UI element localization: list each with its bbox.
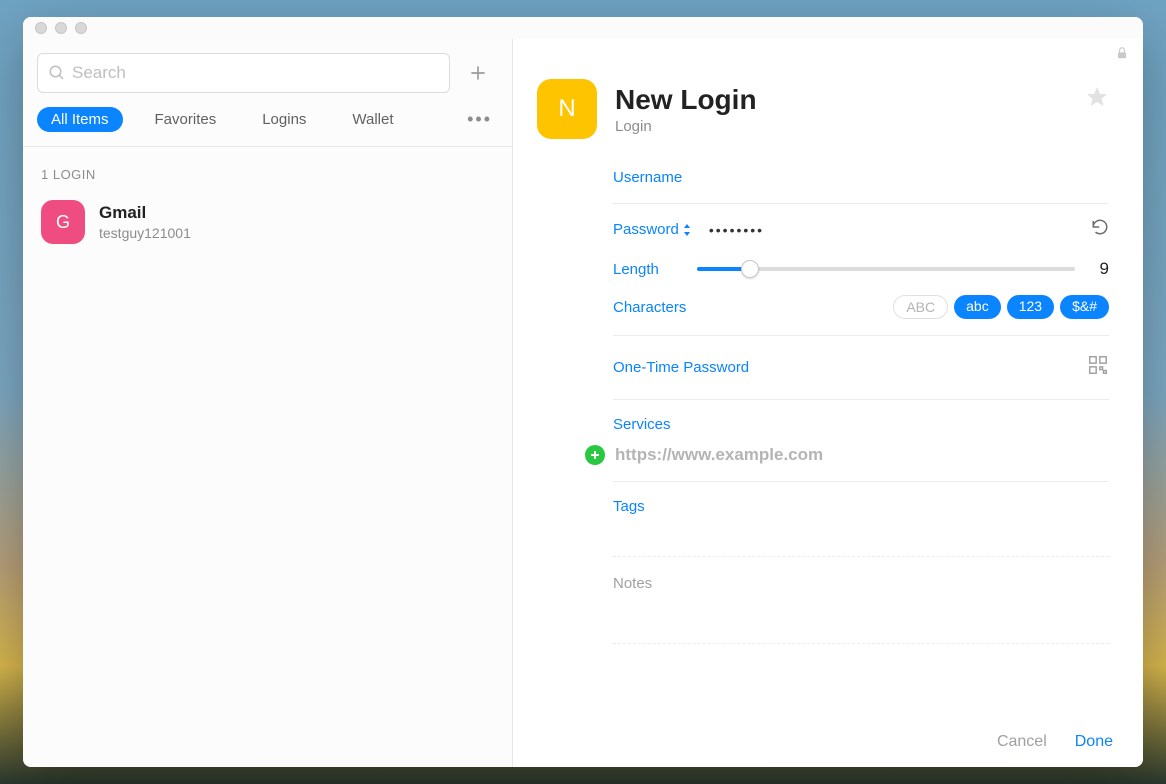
username-label[interactable]: Username bbox=[613, 169, 682, 186]
sidebar: All Items Favorites Logins Wallet ••• 1 … bbox=[23, 39, 513, 767]
search-box[interactable] bbox=[37, 53, 450, 93]
length-slider[interactable] bbox=[697, 267, 1075, 271]
services-label: Services bbox=[613, 416, 1109, 433]
add-button[interactable] bbox=[458, 53, 498, 93]
tab-favorites[interactable]: Favorites bbox=[141, 107, 231, 132]
tab-all-items[interactable]: All Items bbox=[37, 107, 123, 132]
notes-label[interactable]: Notes bbox=[613, 575, 652, 592]
seg-lowercase[interactable]: abc bbox=[954, 295, 1001, 319]
item-subtitle: testguy121001 bbox=[99, 225, 191, 241]
add-service-button[interactable] bbox=[585, 445, 605, 465]
plus-icon bbox=[468, 63, 488, 83]
search-input[interactable] bbox=[72, 63, 439, 83]
section-label: 1 LOGIN bbox=[23, 147, 512, 190]
seg-numbers[interactable]: 123 bbox=[1007, 295, 1054, 319]
cancel-button[interactable]: Cancel bbox=[997, 733, 1047, 751]
detail-subtitle: Login bbox=[615, 118, 757, 135]
qr-button[interactable] bbox=[1087, 354, 1109, 381]
detail-title[interactable]: New Login bbox=[615, 84, 757, 116]
category-tabs: All Items Favorites Logins Wallet ••• bbox=[23, 103, 512, 147]
titlebar bbox=[23, 17, 1143, 39]
character-set-segmented: ABC abc 123 $&# bbox=[893, 295, 1109, 319]
search-icon bbox=[48, 64, 66, 82]
tags-label[interactable]: Tags bbox=[613, 498, 645, 515]
length-label: Length bbox=[613, 261, 683, 278]
seg-uppercase[interactable]: ABC bbox=[893, 295, 948, 319]
characters-label: Characters bbox=[613, 299, 683, 316]
minimize-traffic-light[interactable] bbox=[55, 22, 67, 34]
favorite-star-icon[interactable] bbox=[1085, 85, 1109, 114]
item-title: Gmail bbox=[99, 203, 191, 223]
lock-icon[interactable] bbox=[1115, 45, 1129, 66]
regenerate-button[interactable] bbox=[1091, 218, 1109, 241]
password-value[interactable]: •••••••• bbox=[709, 222, 764, 238]
tab-wallet[interactable]: Wallet bbox=[338, 107, 407, 132]
close-traffic-light[interactable] bbox=[35, 22, 47, 34]
refresh-icon bbox=[1091, 218, 1109, 236]
plus-icon bbox=[590, 450, 600, 460]
zoom-traffic-light[interactable] bbox=[75, 22, 87, 34]
footer: Cancel Done bbox=[513, 717, 1143, 767]
app-window: All Items Favorites Logins Wallet ••• 1 … bbox=[23, 17, 1143, 767]
detail-panel: N New Login Login Username Password bbox=[513, 39, 1143, 767]
chevron-updown-icon bbox=[683, 224, 691, 236]
more-categories-button[interactable]: ••• bbox=[467, 109, 498, 130]
seg-symbols[interactable]: $&# bbox=[1060, 295, 1109, 319]
otp-label[interactable]: One-Time Password bbox=[613, 359, 749, 376]
qr-icon bbox=[1087, 354, 1109, 376]
password-label[interactable]: Password bbox=[613, 221, 691, 238]
tab-logins[interactable]: Logins bbox=[248, 107, 320, 132]
list-item[interactable]: G Gmail testguy121001 bbox=[23, 190, 512, 254]
length-value: 9 bbox=[1089, 259, 1109, 279]
item-avatar: G bbox=[41, 200, 85, 244]
done-button[interactable]: Done bbox=[1075, 733, 1113, 751]
detail-avatar: N bbox=[537, 79, 597, 139]
service-url-input[interactable]: https://www.example.com bbox=[615, 445, 823, 465]
